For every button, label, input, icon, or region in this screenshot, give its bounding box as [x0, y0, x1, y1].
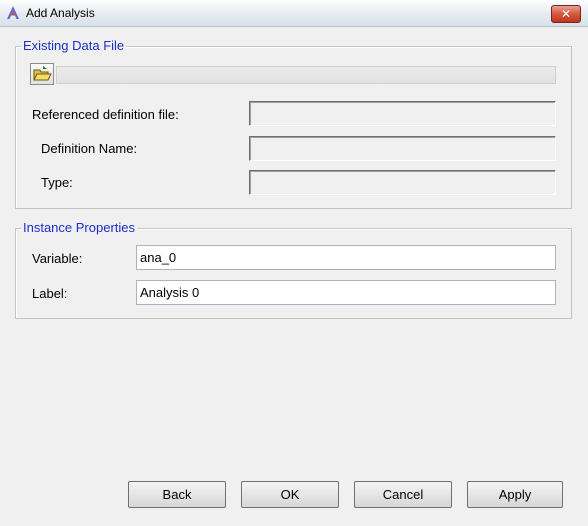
altair-app-icon — [7, 6, 19, 19]
label-input[interactable]: Analysis 0 — [136, 280, 556, 305]
referenced-definition-file-label: Referenced definition file: — [32, 107, 179, 122]
close-icon: ✕ — [560, 7, 572, 21]
title-bar[interactable]: Add Analysis ✕ — [0, 0, 588, 27]
apply-button[interactable]: Apply — [467, 481, 563, 508]
definition-name-field — [249, 136, 556, 161]
add-analysis-dialog: Add Analysis ✕ Existing Data File Refere… — [0, 0, 588, 526]
definition-name-label: Definition Name: — [41, 141, 138, 156]
variable-label: Variable: — [32, 251, 83, 266]
folder-open-icon — [33, 66, 52, 81]
back-button[interactable]: Back — [128, 481, 226, 508]
ok-button[interactable]: OK — [241, 481, 339, 508]
window-title: Add Analysis — [26, 6, 95, 20]
referenced-definition-file-field — [249, 101, 556, 126]
label-label: Label: — [32, 286, 68, 301]
close-button[interactable]: ✕ — [551, 5, 581, 23]
variable-input[interactable]: ana_0 — [136, 245, 556, 270]
type-label: Type: — [41, 175, 73, 190]
cancel-button[interactable]: Cancel — [354, 481, 452, 508]
type-field — [249, 170, 556, 195]
instance-properties-group: Instance Properties — [15, 219, 572, 319]
existing-data-file-legend: Existing Data File — [21, 37, 127, 55]
file-path-bar — [56, 66, 556, 84]
open-file-button[interactable] — [30, 63, 54, 85]
instance-properties-legend: Instance Properties — [21, 219, 138, 237]
